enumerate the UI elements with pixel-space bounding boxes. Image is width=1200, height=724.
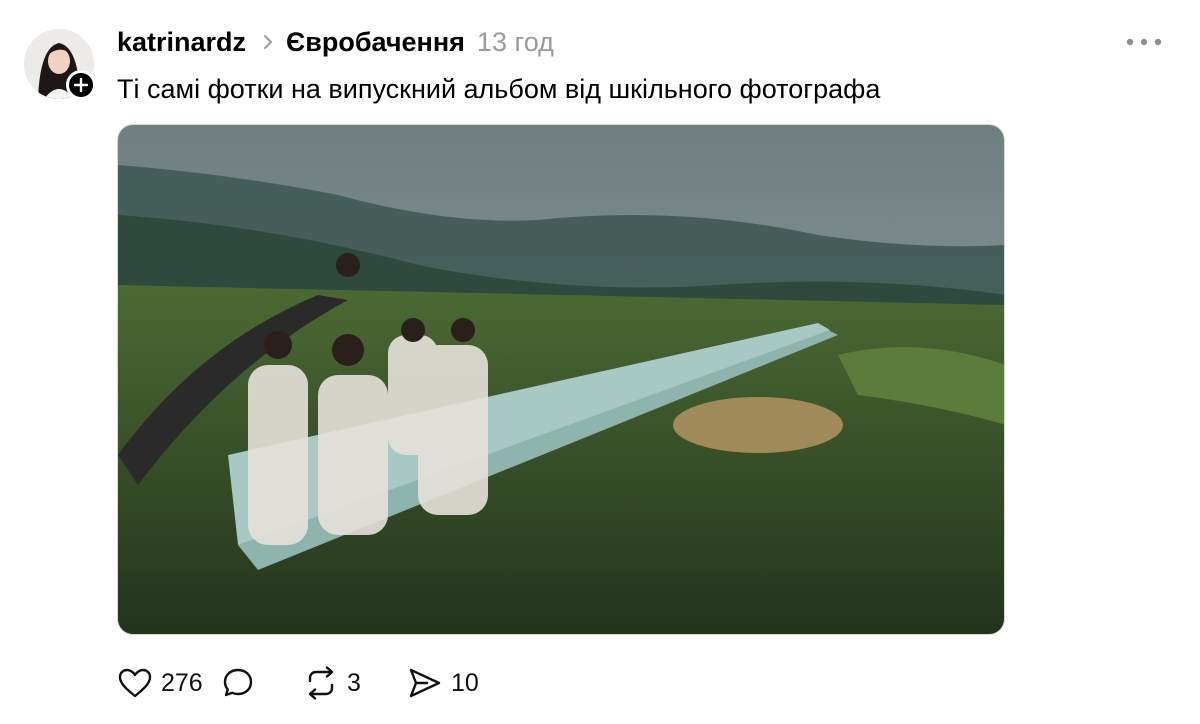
post-text: Ті самі фотки на випускний альбом від шк… — [117, 74, 881, 104]
repost-icon — [308, 666, 334, 700]
share-button[interactable]: 10 — [407, 666, 507, 700]
post-timestamp: 13 год — [476, 26, 554, 57]
post-image[interactable] — [117, 124, 1005, 635]
repost-button[interactable]: 3 — [303, 666, 407, 700]
like-count: 276 — [161, 668, 203, 697]
post-header: katrinardz Євробачення 13 год — [117, 24, 554, 60]
chevron-right-icon — [262, 33, 274, 51]
comment-icon — [223, 668, 253, 697]
send-icon — [409, 668, 441, 698]
author-username[interactable]: katrinardz — [117, 27, 246, 58]
plus-icon — [74, 78, 88, 92]
more-options-button[interactable] — [1122, 30, 1166, 54]
repost-count: 3 — [347, 668, 361, 697]
share-count: 10 — [451, 668, 479, 697]
post-actions: 276 3 10 — [117, 662, 507, 704]
ellipsis-icon — [1126, 38, 1162, 46]
follow-button[interactable] — [66, 70, 96, 100]
heart-icon — [118, 668, 152, 698]
comment-button[interactable] — [221, 666, 303, 700]
like-button[interactable]: 276 — [117, 667, 221, 699]
community-name[interactable]: Євробачення — [286, 27, 465, 58]
